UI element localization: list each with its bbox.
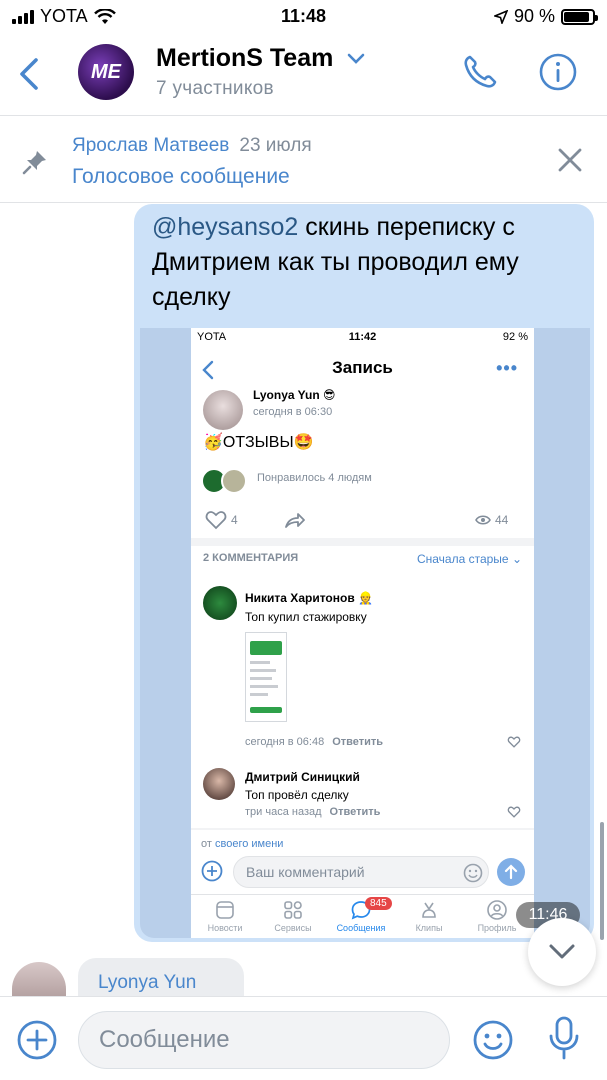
inner-comment-avatar-1 (203, 586, 237, 620)
inner-services-icon (284, 901, 302, 919)
inner-post-actions: 4 44 (203, 510, 523, 530)
inner-tab-profile-label: Профиль (477, 923, 517, 933)
incoming-author[interactable]: Lyonya Yun (98, 972, 196, 994)
inner-time: 11:42 (348, 331, 377, 343)
add-attachment-icon[interactable] (16, 1019, 58, 1061)
attached-screenshot[interactable]: YOTA 11:42 92 % Запись ••• Lyonya Yun 😎 … (191, 328, 534, 938)
inner-news-icon (216, 901, 234, 919)
pin-icon (22, 151, 46, 175)
chat-title[interactable]: MertionS Team (156, 44, 365, 73)
inner-post-time: сегодня в 06:30 (253, 406, 333, 418)
pinned-author: Ярослав Матвеев 23 июля (72, 135, 312, 157)
inner-likes-text: Понравилось 4 людям (257, 472, 372, 484)
inner-from-prefix: от (201, 838, 212, 850)
inner-author-avatar (203, 390, 243, 430)
inner-share-icon (285, 513, 305, 528)
inner-comment-meta-2: три часа назад Ответить (245, 806, 380, 818)
inner-title: Запись (332, 358, 393, 377)
status-bar: YOTA 11:48 90 % (0, 0, 607, 34)
inner-add-icon (201, 860, 223, 882)
inner-tab-messages-label: Сообщения (336, 923, 386, 933)
inner-comment-text-2: Топ провёл сделку (245, 788, 349, 802)
inner-from: от своего имени (201, 838, 283, 850)
status-right: 90 % (493, 6, 598, 27)
members-count: 7 участников (156, 78, 274, 99)
inner-sort-label: Сначала старые (416, 552, 509, 566)
inner-emoji-icon (463, 863, 483, 883)
message-input[interactable]: Сообщение (78, 1011, 450, 1069)
inner-tab-clips-label: Клипы (415, 923, 443, 933)
info-icon[interactable] (538, 52, 578, 92)
chevron-down-icon[interactable] (347, 53, 365, 65)
mention-link[interactable]: @heysanso2 (152, 213, 298, 241)
inner-comment-time-1: сегодня в 06:48 (245, 736, 325, 748)
inner-views-icon (475, 515, 491, 525)
inner-views-count: 44 (495, 513, 509, 527)
inner-messages-badge: 845 (365, 897, 392, 910)
battery-fill (564, 11, 590, 22)
chevron-down-icon (549, 944, 575, 959)
inner-battery: 92 % (502, 331, 528, 343)
inner-like-icon (205, 511, 227, 530)
emoji-icon[interactable] (472, 1019, 514, 1061)
inner-tab-clips: Клипы (395, 899, 463, 933)
pinned-message[interactable]: Ярослав Матвеев 23 июля Голосовое сообщен… (0, 117, 607, 203)
inner-liker-avatar-2 (221, 468, 247, 494)
inner-comment-like-icon-2 (507, 806, 521, 818)
message-composer: Сообщение (0, 996, 607, 1080)
inner-comment-image (245, 632, 287, 722)
pinned-author-name: Ярослав Матвеев (72, 135, 230, 156)
inner-comment-like-icon-1 (507, 736, 521, 748)
inner-comments-count: 2 КОММЕНТАРИЯ (203, 552, 299, 564)
microphone-icon[interactable] (546, 1015, 582, 1061)
inner-post-text: 🥳ОТЗЫВЫ🤩 (203, 434, 314, 451)
inner-send-icon (497, 858, 525, 886)
inner-separator (191, 538, 534, 546)
inner-separator-2 (191, 828, 534, 830)
back-icon[interactable] (14, 54, 44, 94)
inner-comment-input: Ваш комментарий (233, 856, 489, 888)
inner-comment-name-1: Никита Харитонов 👷 (245, 591, 373, 605)
inner-sort-select: Сначала старые ⌄ (416, 552, 522, 566)
inner-tab-news: Новости (191, 899, 259, 933)
inner-reply-1: Ответить (332, 736, 384, 748)
chat-title-text: MertionS Team (156, 44, 334, 72)
chat-avatar[interactable]: ME (78, 44, 134, 100)
inner-tab-services: Сервисы (259, 899, 327, 933)
pinned-text: Голосовое сообщение (72, 165, 290, 188)
inner-comment-meta-1: сегодня в 06:48 Ответить (245, 736, 383, 748)
location-arrow-icon (493, 9, 508, 24)
inner-comment-avatar-2 (203, 768, 235, 800)
inner-comment-time-2: три часа назад (245, 806, 322, 818)
close-icon[interactable] (555, 145, 585, 175)
inner-tab-services-label: Сервисы (274, 923, 312, 933)
scroll-down-button[interactable] (528, 918, 596, 986)
avatar-logo-text: ME (91, 60, 121, 83)
inner-tabbar: Новости Сервисы Сообщения 845 Клипы Профи… (191, 894, 534, 938)
incoming-avatar[interactable] (12, 962, 66, 996)
inner-more-icon: ••• (496, 358, 518, 378)
inner-reply-2: Ответить (329, 806, 381, 818)
battery-percent: 90 % (513, 6, 555, 26)
inner-header: Запись ••• (191, 348, 534, 390)
inner-comment-name-2: Дмитрий Синицкий (245, 770, 360, 784)
phone-icon[interactable] (460, 52, 500, 92)
inner-likes-count: 4 (231, 513, 238, 527)
inner-from-link: своего имени (214, 838, 284, 850)
inner-profile-icon (487, 900, 507, 920)
inner-post-author: Lyonya Yun 😎 (253, 388, 336, 402)
inner-clips-icon (422, 902, 436, 918)
inner-tab-news-label: Новости (207, 923, 243, 933)
inner-comment-text-1: Топ купил стажировку (245, 610, 367, 624)
battery-icon (561, 8, 598, 25)
chat-header: ME MertionS Team 7 участников (0, 34, 607, 116)
message-text: @heysanso2 скинь переписку с Дмитрием ка… (152, 210, 582, 315)
pinned-date: 23 июля (239, 135, 312, 156)
inner-tab-messages: Сообщения 845 (327, 897, 395, 933)
inner-status-bar: YOTA 11:42 92 % (191, 328, 534, 348)
scrollbar[interactable] (600, 822, 604, 940)
